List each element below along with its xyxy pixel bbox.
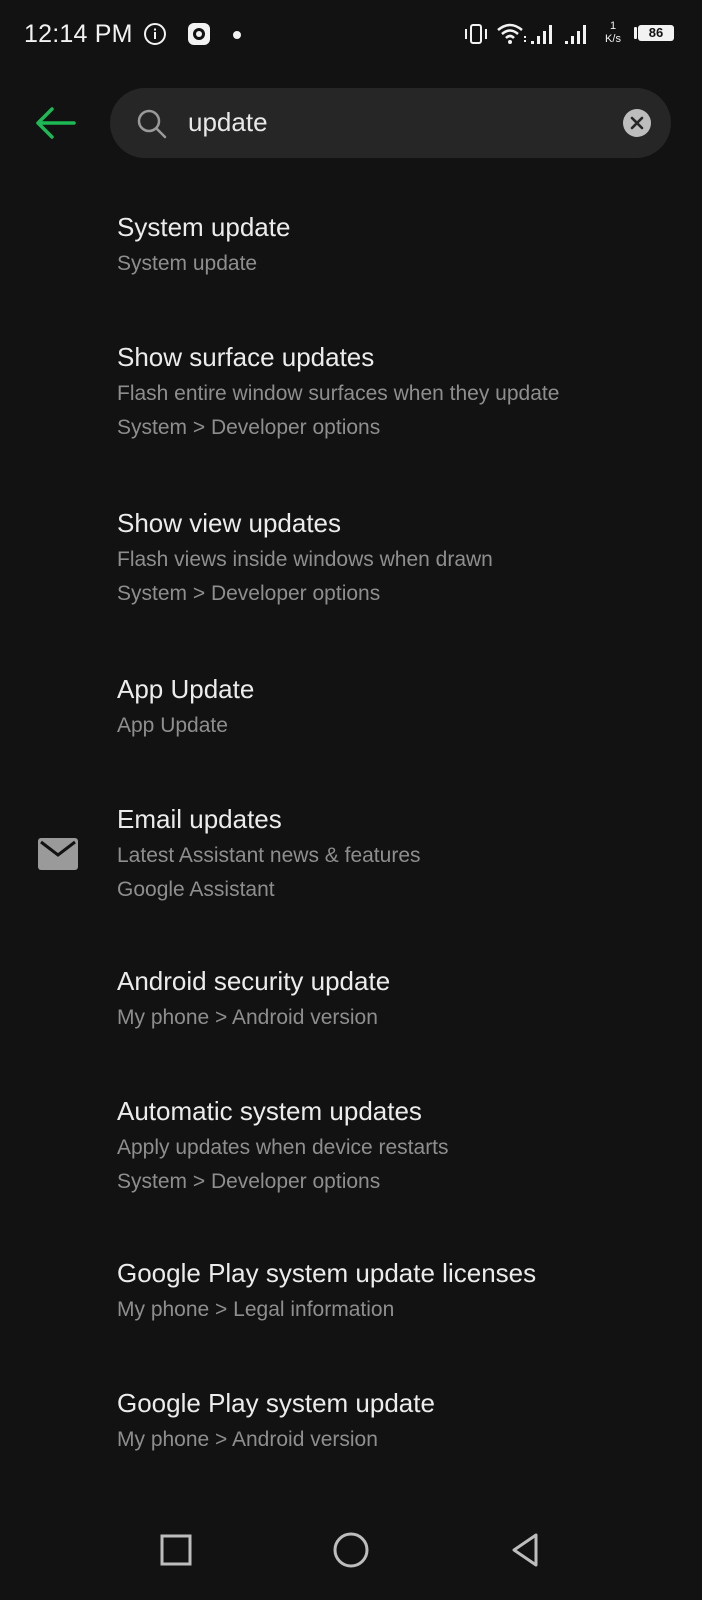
- result-path: System > Developer options: [117, 416, 381, 439]
- result-subtitle: System update: [117, 252, 258, 275]
- battery-icon: 86: [634, 25, 676, 45]
- arrow-left-icon: [36, 107, 76, 139]
- result-title: Google Play system update: [117, 1388, 435, 1418]
- result-title: App Update: [117, 674, 255, 704]
- home-icon: [333, 1532, 369, 1568]
- back-button[interactable]: [30, 98, 80, 148]
- result-subtitle: Flash views inside windows when drawn: [117, 548, 493, 571]
- vibrate-icon: [465, 24, 487, 44]
- result-google-play-system-update[interactable]: Google Play system update My phone > And…: [0, 1376, 702, 1476]
- back-icon: [512, 1533, 538, 1567]
- result-show-view-updates[interactable]: Show view updates Flash views inside win…: [0, 496, 702, 626]
- result-system-update[interactable]: System update System update: [0, 200, 702, 300]
- result-path: System > Developer options: [117, 1170, 381, 1193]
- result-app-update[interactable]: App Update App Update: [0, 662, 702, 762]
- result-subtitle: My phone > Android version: [117, 1428, 378, 1451]
- mail-icon: [38, 838, 78, 870]
- result-subtitle: My phone > Android version: [117, 1006, 378, 1029]
- signal-icon: [531, 25, 552, 44]
- status-bar: 12:14 PM 1 K/s 86: [0, 0, 702, 72]
- clear-button[interactable]: [623, 109, 651, 137]
- nav-back-button[interactable]: [504, 1528, 548, 1572]
- result-email-updates[interactable]: Email updates Latest Assistant news & fe…: [0, 792, 702, 922]
- dot-icon: [233, 31, 241, 39]
- result-android-security-update[interactable]: Android security update My phone > Andro…: [0, 954, 702, 1054]
- result-title: Android security update: [117, 966, 391, 996]
- result-subtitle: App Update: [117, 714, 228, 737]
- search-icon: [137, 109, 167, 139]
- result-subtitle: Latest Assistant news & features: [117, 844, 421, 867]
- result-title: Show surface updates: [117, 342, 375, 372]
- result-subtitle: My phone > Legal information: [117, 1298, 395, 1321]
- status-time: 12:14 PM: [24, 20, 133, 48]
- search-input[interactable]: update: [188, 107, 268, 138]
- home-button[interactable]: [329, 1528, 373, 1572]
- result-path: System > Developer options: [117, 582, 381, 605]
- clear-icon: [630, 116, 644, 130]
- result-title: Show view updates: [117, 508, 342, 538]
- net-speed: 1 K/s: [600, 20, 626, 46]
- app-notification-icon: [188, 23, 210, 45]
- result-title: Automatic system updates: [117, 1096, 422, 1126]
- result-path: Google Assistant: [117, 878, 275, 901]
- result-subtitle: Apply updates when device restarts: [117, 1136, 449, 1159]
- search-bar[interactable]: update: [110, 88, 671, 158]
- result-google-play-system-update-licenses[interactable]: Google Play system update licenses My ph…: [0, 1246, 702, 1346]
- result-automatic-system-updates[interactable]: Automatic system updates Apply updates w…: [0, 1084, 702, 1214]
- wifi-icon: [497, 23, 526, 44]
- result-subtitle: Flash entire window surfaces when they u…: [117, 382, 560, 405]
- recents-icon: [160, 1534, 192, 1566]
- result-title: Email updates: [117, 804, 282, 834]
- result-show-surface-updates[interactable]: Show surface updates Flash entire window…: [0, 330, 702, 460]
- net-speed-unit: K/s: [605, 33, 621, 45]
- result-title: Google Play system update licenses: [117, 1258, 537, 1288]
- signal-icon: [565, 25, 586, 44]
- info-icon: [144, 23, 166, 45]
- recents-button[interactable]: [154, 1528, 198, 1572]
- net-speed-value: 1: [609, 20, 617, 32]
- battery-level: 86: [648, 25, 664, 40]
- result-title: System update: [117, 212, 291, 242]
- navigation-bar: [0, 1500, 702, 1600]
